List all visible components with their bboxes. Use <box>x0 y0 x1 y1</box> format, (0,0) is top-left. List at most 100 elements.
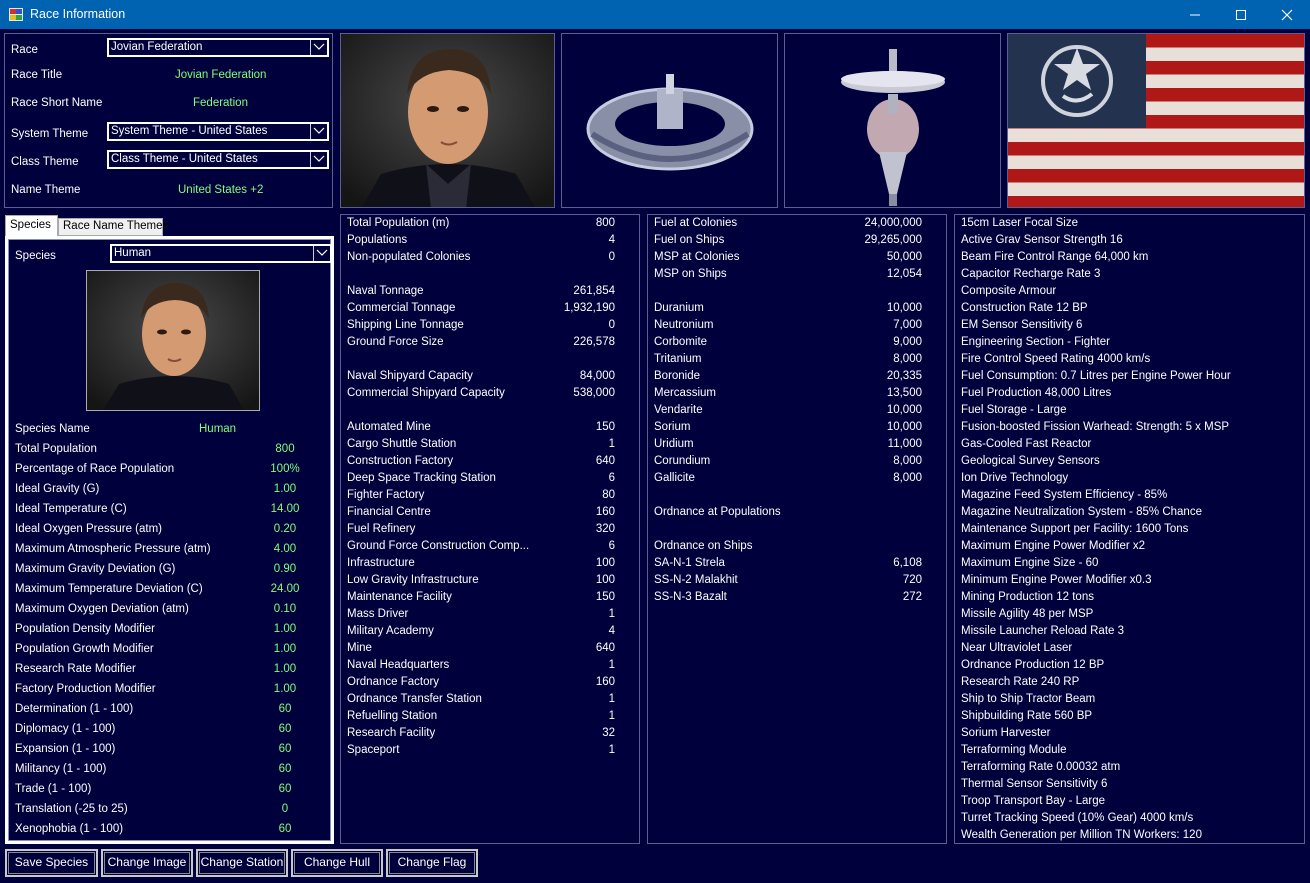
population-row: Ordnance Transfer Station 1 <box>347 693 633 710</box>
chevron-down-icon[interactable] <box>310 40 327 55</box>
species-stat-value: 60 <box>278 703 292 715</box>
tab-species[interactable]: Species <box>5 215 58 237</box>
resource-value: 10,000 <box>886 404 922 416</box>
resource-label: Tritanium <box>654 353 702 365</box>
resource-row: SA-N-1 Strela 6,108 <box>654 557 940 574</box>
technology-item: Ion Drive Technology <box>961 472 1069 484</box>
population-value: 100 <box>595 574 615 586</box>
population-label: Mine <box>347 642 372 654</box>
technology-item: Gas-Cooled Fast Reactor <box>961 438 1092 450</box>
change-station-button[interactable]: Change Station <box>195 848 289 878</box>
resource-label: Fuel on Ships <box>654 234 725 246</box>
technology-panel: 15cm Laser Focal Size Active Grav Sensor … <box>954 214 1305 844</box>
species-select-value: Human <box>114 247 152 259</box>
resource-value: 8,000 <box>893 472 922 484</box>
population-value: 1 <box>608 744 615 756</box>
population-row: Populations 4 <box>347 234 633 251</box>
species-stat-value: 1.00 <box>273 663 297 675</box>
close-button[interactable] <box>1264 0 1310 29</box>
change-hull-button[interactable]: Change Hull <box>290 848 384 878</box>
station-image[interactable] <box>561 33 778 208</box>
race-select-value: Jovian Federation <box>111 41 203 53</box>
population-value: 640 <box>595 455 615 467</box>
technology-item: Engineering Section - Fighter <box>961 336 1110 348</box>
population-value: 100 <box>595 557 615 569</box>
species-stat-label: Maximum Oxygen Deviation (atm) <box>15 603 189 615</box>
resource-value: 50,000 <box>886 251 922 263</box>
population-row: Shipping Line Tonnage 0 <box>347 319 633 336</box>
resource-row: Duranium 10,000 <box>654 302 940 319</box>
species-select[interactable]: Human <box>110 244 332 263</box>
resource-value: 13,500 <box>886 387 922 399</box>
save-species-button[interactable]: Save Species <box>4 848 99 878</box>
species-stat-value: 60 <box>278 823 292 835</box>
change-flag-button[interactable]: Change Flag <box>385 848 479 878</box>
species-stat-row: Ideal Temperature (C) 14.00 <box>15 503 325 523</box>
race-label: Race <box>11 44 38 56</box>
hull-image[interactable] <box>784 33 1001 208</box>
population-row: Deep Space Tracking Station 6 <box>347 472 633 489</box>
population-label: Ordnance Transfer Station <box>347 693 482 705</box>
population-label: Financial Centre <box>347 506 431 518</box>
system-theme-select[interactable]: System Theme - United States <box>107 122 329 141</box>
population-label: Fighter Factory <box>347 489 425 501</box>
species-stat-row: Ideal Oxygen Pressure (atm) 0.20 <box>15 523 325 543</box>
resources-panel: Fuel at Colonies 24,000,000 Fuel on Ships 2… <box>647 214 947 844</box>
species-stat-value: 1.00 <box>273 643 297 655</box>
chevron-down-icon[interactable] <box>310 152 327 167</box>
station-graphic <box>562 34 777 207</box>
species-stat-value: 0 <box>281 803 289 815</box>
population-row <box>347 268 633 285</box>
population-row: Low Gravity Infrastructure 100 <box>347 574 633 591</box>
race-select[interactable]: Jovian Federation <box>107 38 329 57</box>
species-stat-label: Factory Production Modifier <box>15 683 156 695</box>
population-value: 1 <box>608 438 615 450</box>
species-stat-label: Population Density Modifier <box>15 623 155 635</box>
species-stat-row: Determination (1 - 100) 60 <box>15 703 325 723</box>
technology-item: Magazine Neutralization System - 85% Cha… <box>961 506 1202 518</box>
technology-item: Missile Agility 48 per MSP <box>961 608 1094 620</box>
resource-row: Fuel at Colonies 24,000,000 <box>654 217 940 234</box>
population-label: Low Gravity Infrastructure <box>347 574 479 586</box>
name-theme-value: United States +2 <box>178 184 264 196</box>
class-theme-select[interactable]: Class Theme - United States <box>107 150 329 169</box>
species-name-label: Species Name <box>15 423 90 435</box>
population-value: 160 <box>595 506 615 518</box>
system-theme-value: System Theme - United States <box>111 125 268 137</box>
population-row: Automated Mine 150 <box>347 421 633 438</box>
maximize-icon <box>1236 9 1246 20</box>
technology-item: Ordnance Production 12 BP <box>961 659 1105 671</box>
population-label: Naval Shipyard Capacity <box>347 370 473 382</box>
technology-item: Magazine Feed System Efficiency - 85% <box>961 489 1168 501</box>
species-panel: Species Human Species Name Human Total P… <box>8 239 332 841</box>
window-title: Race Information <box>30 7 126 21</box>
race-portrait-image[interactable] <box>340 33 555 208</box>
species-image[interactable] <box>86 270 260 411</box>
resource-value: 7,000 <box>893 319 922 331</box>
species-stat-label: Militancy (1 - 100) <box>15 763 107 775</box>
chevron-down-icon[interactable] <box>313 246 330 261</box>
technology-item: Beam Fire Control Range 64,000 km <box>961 251 1149 263</box>
population-value: 150 <box>595 591 615 603</box>
minimize-button[interactable] <box>1172 0 1218 29</box>
change-image-button[interactable]: Change Image <box>100 848 194 878</box>
population-value: 150 <box>595 421 615 433</box>
species-stat-value: 60 <box>278 763 292 775</box>
species-stat-label: Xenophobia (1 - 100) <box>15 823 124 835</box>
species-stat-row: Factory Production Modifier 1.00 <box>15 683 325 703</box>
population-row: Fuel Refinery 320 <box>347 523 633 540</box>
species-stat-label: Maximum Temperature Deviation (C) <box>15 583 203 595</box>
population-label: Naval Tonnage <box>347 285 424 297</box>
species-stat-value: 100% <box>270 463 300 475</box>
resource-row: MSP at Colonies 50,000 <box>654 251 940 268</box>
resource-value: 10,000 <box>886 302 922 314</box>
race-short-name-value: Federation <box>193 97 248 109</box>
chevron-down-icon[interactable] <box>310 124 327 139</box>
species-stat-label: Research Rate Modifier <box>15 663 136 675</box>
flag-image[interactable] <box>1007 33 1305 208</box>
species-stat-row: Total Population 800 <box>15 443 325 463</box>
population-row: Infrastructure 100 <box>347 557 633 574</box>
maximize-button[interactable] <box>1218 0 1264 29</box>
population-row <box>347 353 633 370</box>
tab-race-name-themes[interactable]: Race Name Themes <box>58 218 168 236</box>
